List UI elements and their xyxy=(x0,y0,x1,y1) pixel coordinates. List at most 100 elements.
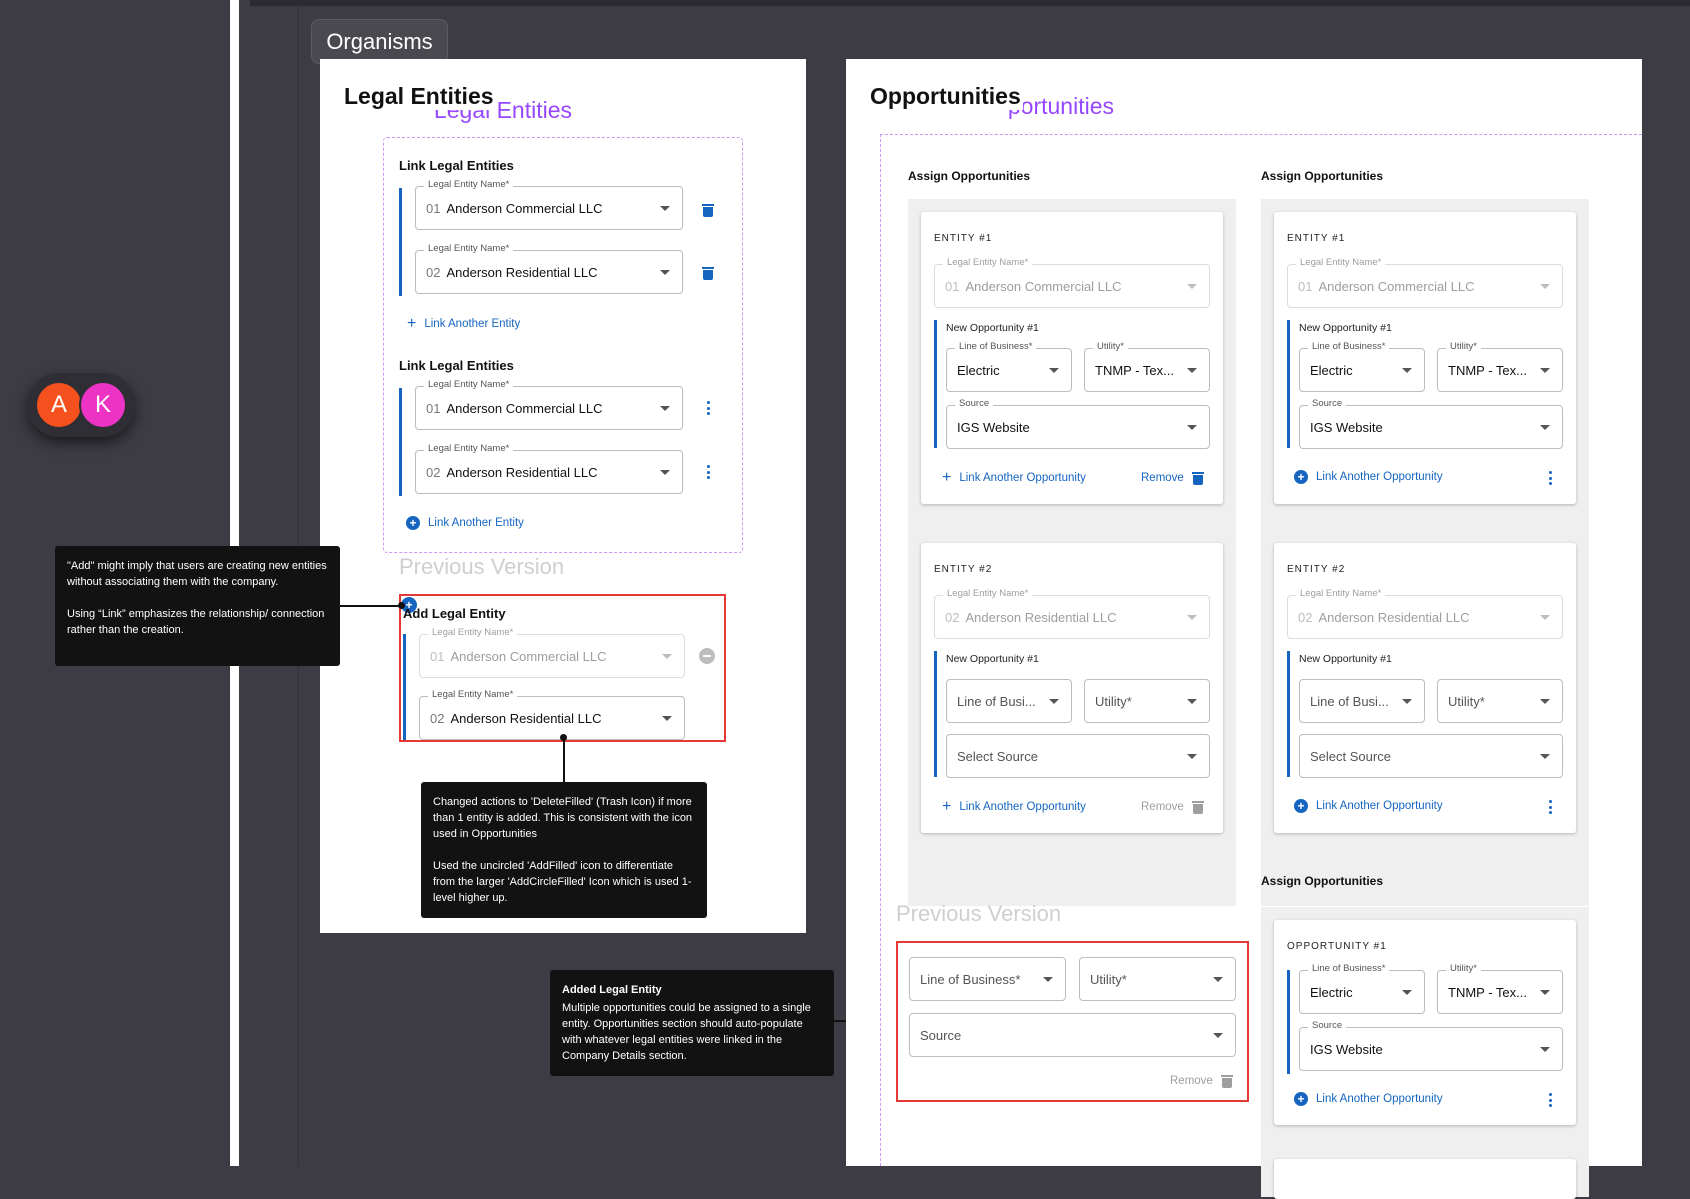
chevron-down-icon xyxy=(662,654,672,659)
utility-select[interactable]: Utility* TNMP - Tex... xyxy=(1437,963,1563,1014)
line-of-business-select[interactable]: Line of Busi... xyxy=(946,679,1072,723)
more-vert-icon[interactable] xyxy=(1548,471,1552,485)
row-number: 01 xyxy=(430,648,445,664)
field-value: TNMP - Tex... xyxy=(1095,362,1174,378)
line-of-business-select[interactable]: Line of Business* Electric xyxy=(1299,963,1425,1014)
more-vert-icon[interactable] xyxy=(706,465,710,479)
chevron-down-icon xyxy=(1540,1047,1550,1052)
legal-entity-select: Legal Entity Name* 01 Anderson Commercia… xyxy=(419,627,685,678)
section-tag[interactable]: Organisms xyxy=(311,19,448,64)
remove-circle-icon[interactable] xyxy=(699,648,715,664)
chevron-down-icon xyxy=(1187,425,1197,430)
opportunity-heading: New Opportunity #1 xyxy=(1299,653,1392,665)
field-value: IGS Website xyxy=(1310,419,1383,435)
chevron-down-icon xyxy=(1187,284,1197,289)
legal-entity-select[interactable]: Legal Entity Name* 01 Anderson Commercia… xyxy=(415,379,683,430)
opportunity-heading: New Opportunity #1 xyxy=(946,653,1039,665)
field-value: Electric xyxy=(1310,984,1353,1000)
link-another-opportunity[interactable]: + Link Another Opportunity xyxy=(1294,1092,1443,1106)
top-bar xyxy=(250,0,1690,6)
utility-select[interactable]: Utility* xyxy=(1437,679,1563,723)
source-select[interactable]: Select Source xyxy=(946,734,1210,778)
source-select[interactable]: Source IGS Website xyxy=(1299,1020,1563,1071)
avatar[interactable]: K xyxy=(79,381,127,429)
row-number: 02 xyxy=(1298,609,1313,625)
trash-icon xyxy=(1191,470,1204,485)
line-of-business-select[interactable]: Line of Business* Electric xyxy=(1299,341,1425,392)
link-another-opportunity[interactable]: + Link Another Opportunity xyxy=(1294,799,1443,813)
opportunities-card: portunities Opportunities Assign Opportu… xyxy=(846,59,1642,1199)
field-placeholder: Utility* xyxy=(1090,971,1127,987)
legal-frame: Link Legal Entities Legal Entity Name* 0… xyxy=(383,137,743,553)
chevron-down-icon xyxy=(1213,977,1223,982)
utility-select[interactable]: Utility* xyxy=(1084,679,1210,723)
entity-caption: ENTITY #2 xyxy=(1287,564,1346,575)
field-placeholder: Select Source xyxy=(1310,748,1391,764)
source-select[interactable]: Source IGS Website xyxy=(1299,398,1563,449)
legal-entity-select: Legal Entity Name* 01 Anderson Commercia… xyxy=(934,257,1210,308)
source-select[interactable]: Source xyxy=(909,1013,1236,1057)
field-value: Anderson Residential LLC xyxy=(965,609,1117,625)
link-another-entity[interactable]: + Link Another Entity xyxy=(407,316,520,332)
field-placeholder: Utility* xyxy=(1095,693,1132,709)
group-heading: Link Legal Entities xyxy=(399,158,514,173)
utility-select[interactable]: Utility* TNMP - Tex... xyxy=(1437,341,1563,392)
group-heading: Link Legal Entities xyxy=(399,358,514,373)
trash-icon[interactable] xyxy=(702,202,714,217)
collaborator-avatars[interactable]: A K xyxy=(27,373,135,437)
legal-entity-select[interactable]: Legal Entity Name* 02 Anderson Residenti… xyxy=(419,689,685,740)
opportunity-card xyxy=(1274,1159,1576,1199)
source-select[interactable]: Source IGS Website xyxy=(946,398,1210,449)
assign-heading: Assign Opportunities xyxy=(908,169,1031,183)
chevron-down-icon xyxy=(1540,615,1550,620)
line-of-business-select[interactable]: Line of Business* xyxy=(909,957,1066,1001)
row-number: 01 xyxy=(426,200,441,216)
line-of-business-select[interactable]: Line of Business* Electric xyxy=(946,341,1072,392)
previous-version-label: Previous Version xyxy=(896,901,1062,926)
source-select[interactable]: Select Source xyxy=(1299,734,1563,778)
link-label: Link Another Entity xyxy=(428,517,524,529)
link-another-opportunity[interactable]: + Link Another Opportunity xyxy=(942,470,1086,486)
link-label: Link Another Opportunity xyxy=(959,472,1086,484)
connector-line xyxy=(340,605,401,607)
utility-select[interactable]: Utility* xyxy=(1079,957,1236,1001)
assign-panel: ENTITY #2 Legal Entity Name* 02 Anderson… xyxy=(1261,530,1589,906)
field-value: Anderson Commercial LLC xyxy=(446,200,603,216)
link-another-entity[interactable]: + Link Another Entity xyxy=(406,516,524,530)
field-value: TNMP - Tex... xyxy=(1448,362,1527,378)
chevron-down-icon xyxy=(1213,1033,1223,1038)
avatar[interactable]: A xyxy=(35,381,83,429)
more-vert-icon[interactable] xyxy=(1548,800,1552,814)
row-number: 02 xyxy=(426,264,441,280)
trash-icon[interactable] xyxy=(702,265,714,280)
link-another-opportunity[interactable]: + Link Another Opportunity xyxy=(1294,470,1443,484)
opportunity-heading: New Opportunity #1 xyxy=(946,322,1039,334)
legal-entity-select[interactable]: Legal Entity Name* 01 Anderson Commercia… xyxy=(415,179,683,230)
connector-line xyxy=(563,738,565,784)
legal-entity-select[interactable]: Legal Entity Name* 02 Anderson Residenti… xyxy=(415,243,683,294)
field-label: Legal Entity Name* xyxy=(1296,588,1386,599)
line-of-business-select[interactable]: Line of Busi... xyxy=(1299,679,1425,723)
remove-button: Remove xyxy=(1170,1073,1233,1088)
assign-panel: OPPORTUNITY #1 Line of Business* Electri… xyxy=(1261,907,1589,1199)
field-label: Legal Entity Name* xyxy=(1296,257,1386,268)
field-value: Anderson Residential LLC xyxy=(446,464,598,480)
connector-dot xyxy=(398,602,405,609)
more-vert-icon[interactable] xyxy=(1548,1093,1552,1107)
remove-button[interactable]: Remove xyxy=(1141,470,1204,485)
previous-version-label: Previous Version xyxy=(399,554,565,579)
trash-icon xyxy=(1191,799,1204,814)
link-another-opportunity[interactable]: + Link Another Opportunity xyxy=(942,799,1086,815)
entity-indicator xyxy=(399,388,402,496)
utility-select[interactable]: Utility* TNMP - Tex... xyxy=(1084,341,1210,392)
row-number: 01 xyxy=(945,278,960,294)
chevron-down-icon xyxy=(1187,368,1197,373)
more-vert-icon[interactable] xyxy=(706,401,710,415)
entity-indicator xyxy=(399,188,402,296)
annotation-text: "Add" might imply that users are creatin… xyxy=(67,560,327,588)
chevron-down-icon xyxy=(1540,754,1550,759)
legal-entity-select[interactable]: Legal Entity Name* 02 Anderson Residenti… xyxy=(415,443,683,494)
chevron-down-icon xyxy=(1540,284,1550,289)
link-label: Link Another Opportunity xyxy=(1316,471,1443,483)
field-value: Anderson Residential LLC xyxy=(450,710,602,726)
